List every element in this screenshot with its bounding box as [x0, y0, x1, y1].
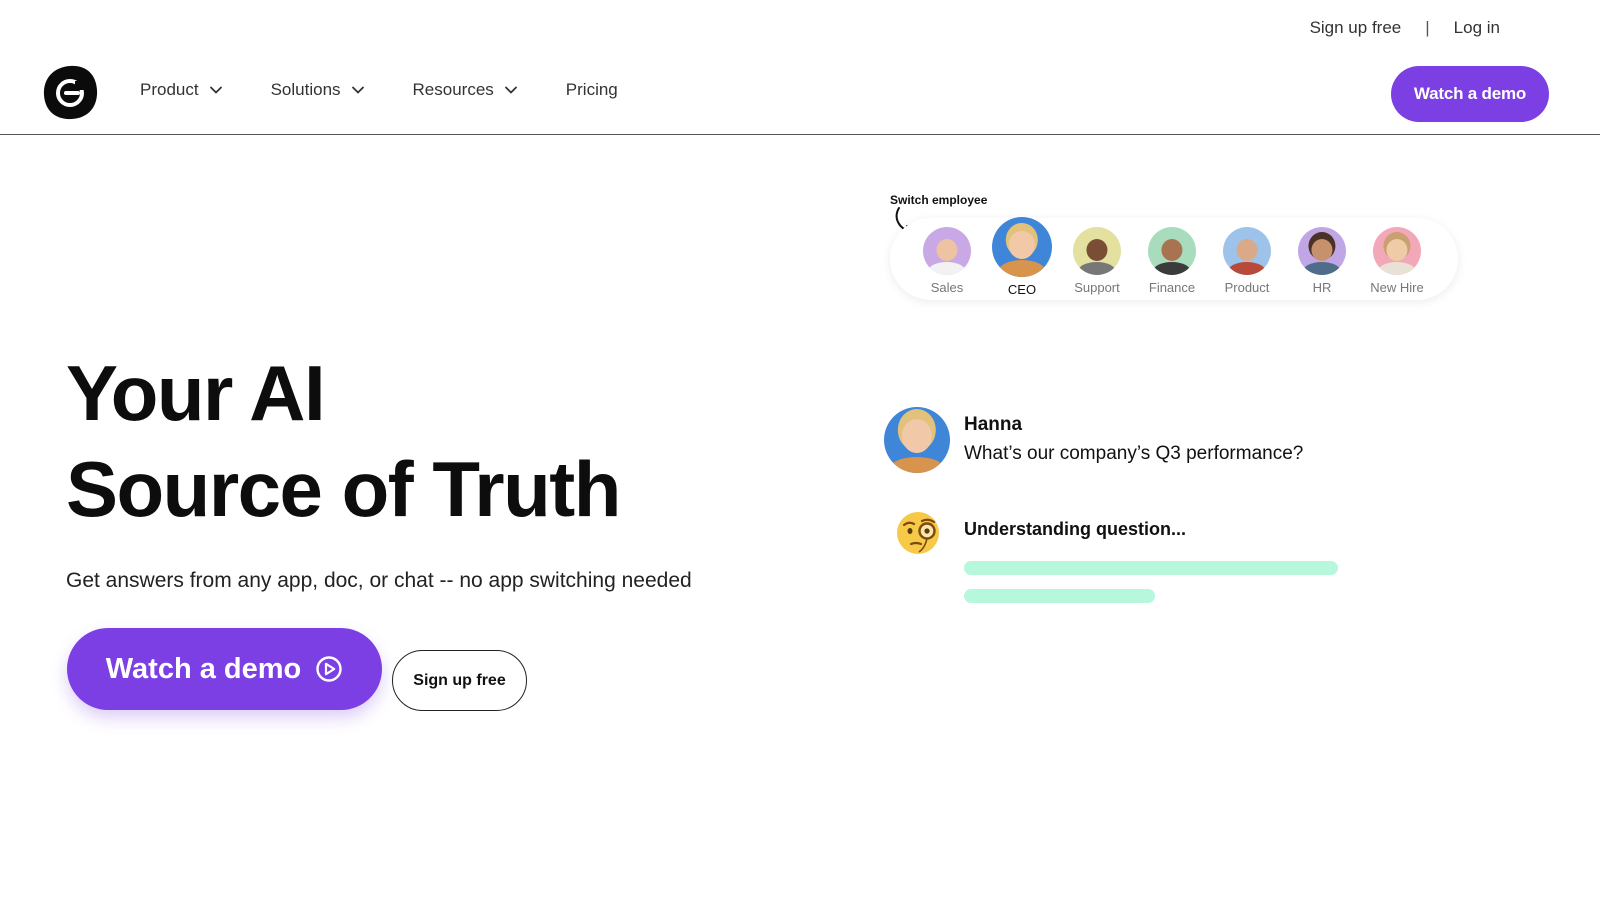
site-header: Product Solutions Resources Pricing Watc…	[0, 60, 1600, 135]
nav-product-label: Product	[140, 80, 199, 99]
chevron-down-icon	[209, 86, 222, 94]
employee-label: CEO	[1007, 282, 1037, 297]
avatar	[1223, 227, 1271, 275]
employee-support[interactable]: Support	[1062, 227, 1132, 295]
avatar	[1373, 227, 1421, 275]
employee-new-hire[interactable]: New Hire	[1362, 227, 1432, 295]
employee-label: Sales	[930, 280, 964, 295]
employee-ceo[interactable]: CEO	[987, 217, 1057, 297]
chat-question: What’s our company’s Q3 performance?	[964, 443, 1304, 464]
hero-watch-demo-label: Watch a demo	[105, 652, 302, 685]
employee-sales[interactable]: Sales	[912, 227, 982, 295]
chevron-down-icon	[351, 86, 364, 94]
hero-title-line2: Source of Truth	[66, 445, 621, 533]
avatar	[923, 227, 971, 275]
utility-bar: Sign up free | Log in	[1310, 18, 1500, 38]
employee-hr[interactable]: HR	[1287, 227, 1357, 295]
avatar	[1148, 227, 1196, 275]
employee-label: HR	[1312, 280, 1332, 295]
avatar	[1298, 227, 1346, 275]
chat-status: Understanding question...	[964, 519, 1187, 539]
avatar	[992, 217, 1052, 277]
chevron-down-icon	[504, 86, 517, 94]
switch-employee-label: Switch employee	[890, 193, 988, 207]
loading-bar	[964, 589, 1155, 603]
hero-title: Your AI Source of Truth	[66, 345, 621, 537]
employee-label: New Hire	[1370, 280, 1424, 295]
login-link[interactable]: Log in	[1454, 18, 1500, 38]
play-circle-icon	[316, 656, 342, 682]
employee-finance[interactable]: Finance	[1137, 227, 1207, 295]
nav-product[interactable]: Product	[140, 80, 223, 100]
main-nav: Product Solutions Resources Pricing	[140, 80, 618, 100]
employee-label: Product	[1224, 280, 1270, 295]
hero-watch-demo-button[interactable]: Watch a demo	[67, 628, 382, 710]
nav-pricing[interactable]: Pricing	[566, 80, 618, 100]
header-watch-demo-button[interactable]: Watch a demo	[1391, 66, 1549, 122]
loading-bar	[964, 561, 1338, 575]
chat-user-avatar	[884, 407, 950, 473]
employee-product[interactable]: Product	[1212, 227, 1282, 295]
nav-solutions[interactable]: Solutions	[271, 80, 365, 100]
nav-resources-label: Resources	[412, 80, 494, 99]
hero-subtitle: Get answers from any app, doc, or chat -…	[66, 569, 692, 592]
employee-label: Finance	[1148, 280, 1196, 295]
utility-separator: |	[1425, 18, 1430, 37]
hero-signup-button[interactable]: Sign up free	[392, 650, 527, 711]
chat-user-name: Hanna	[964, 414, 1023, 435]
signup-link[interactable]: Sign up free	[1310, 18, 1402, 38]
nav-pricing-label: Pricing	[565, 80, 618, 99]
monocle-face-icon	[897, 512, 939, 554]
hero-title-line1: Your AI	[66, 349, 326, 437]
nav-solutions-label: Solutions	[270, 80, 341, 99]
avatar	[1073, 227, 1121, 275]
nav-resources[interactable]: Resources	[413, 80, 518, 100]
brand-logo-icon[interactable]	[42, 64, 98, 120]
employee-label: Support	[1074, 280, 1120, 295]
